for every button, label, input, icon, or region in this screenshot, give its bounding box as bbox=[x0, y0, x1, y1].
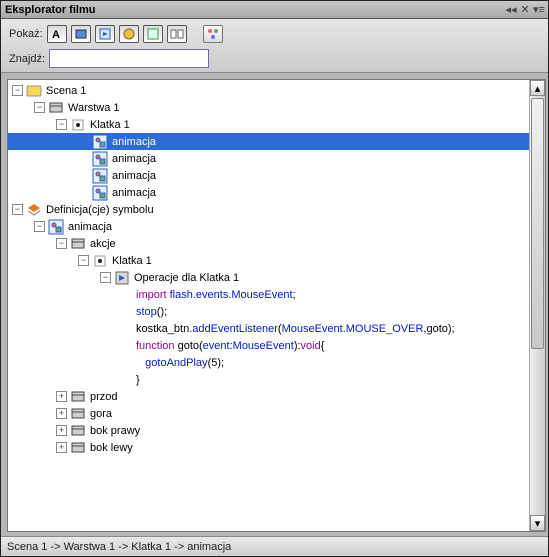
tree-node-animacja[interactable]: animacja bbox=[8, 150, 545, 167]
expand-toggle[interactable]: + bbox=[56, 408, 67, 419]
tree-node-gora[interactable]: + gora bbox=[8, 405, 545, 422]
layer-icon bbox=[70, 440, 86, 456]
node-label: akcje bbox=[90, 238, 116, 250]
collapse-toggle[interactable]: − bbox=[34, 102, 45, 113]
movieclip-icon bbox=[92, 134, 108, 150]
collapse-icon[interactable]: ◂◂ bbox=[506, 4, 516, 16]
layer-icon bbox=[70, 236, 86, 252]
find-label: Znajdź: bbox=[9, 53, 45, 65]
node-label: animacja bbox=[68, 221, 112, 233]
collapse-toggle[interactable]: − bbox=[12, 204, 23, 215]
node-label: Definicja(cje) symbolu bbox=[46, 204, 154, 216]
filter-movieclips-button[interactable] bbox=[95, 25, 115, 43]
toolbar: Pokaż: A Znajdź: bbox=[1, 19, 548, 73]
panel-menu-icon[interactable]: ▾≡ bbox=[534, 4, 544, 16]
definitions-icon bbox=[26, 202, 42, 218]
tree-node-actions-frame[interactable]: − Klatka 1 bbox=[8, 252, 545, 269]
panel-title: Eksplorator filmu bbox=[5, 4, 506, 16]
vertical-scrollbar[interactable]: ▴ ▾ bbox=[529, 80, 545, 531]
find-input[interactable] bbox=[49, 49, 209, 68]
layer-icon bbox=[70, 389, 86, 405]
filter-graphics-button[interactable] bbox=[143, 25, 163, 43]
tree-node-actions[interactable]: − akcje bbox=[8, 235, 545, 252]
collapse-toggle[interactable]: − bbox=[34, 221, 45, 232]
movieclip-icon bbox=[92, 185, 108, 201]
collapse-toggle[interactable]: − bbox=[56, 119, 67, 130]
layer-icon bbox=[70, 406, 86, 422]
scroll-thumb[interactable] bbox=[531, 98, 544, 349]
node-label: Warstwa 1 bbox=[68, 102, 120, 114]
movieclip-icon bbox=[92, 168, 108, 184]
status-bar: Scena 1 -> Warstwa 1 -> Klatka 1 -> anim… bbox=[1, 536, 548, 556]
code-line[interactable]: gotoAndPlay(5); bbox=[8, 354, 545, 371]
frame-icon bbox=[70, 117, 86, 133]
tree-node-boklewy[interactable]: + bok lewy bbox=[8, 439, 545, 456]
node-label: Operacje dla Klatka 1 bbox=[134, 272, 239, 284]
tree-node-def-animacja[interactable]: − animacja bbox=[8, 218, 545, 235]
filter-buttons-button[interactable] bbox=[71, 25, 91, 43]
node-label: bok lewy bbox=[90, 442, 133, 454]
movieclip-icon bbox=[92, 151, 108, 167]
tree-node-frame[interactable]: − Klatka 1 bbox=[8, 116, 545, 133]
collapse-toggle[interactable]: − bbox=[56, 238, 67, 249]
expand-toggle[interactable]: + bbox=[56, 391, 67, 402]
node-label: przod bbox=[90, 391, 118, 403]
tree-node-animacja[interactable]: animacja bbox=[8, 184, 545, 201]
tree-node-przod[interactable]: + przod bbox=[8, 388, 545, 405]
node-label: bok prawy bbox=[90, 425, 140, 437]
node-label: Scena 1 bbox=[46, 85, 86, 97]
code-line[interactable]: stop(); bbox=[8, 303, 545, 320]
close-icon[interactable]: ✕ bbox=[520, 4, 530, 16]
code-line[interactable]: } bbox=[8, 371, 545, 388]
tree-view: − Scena 1 − Warstwa 1 − Klatka 1 animacj… bbox=[7, 79, 546, 532]
frame-icon bbox=[92, 253, 108, 269]
tree-node-operations[interactable]: − Operacje dla Klatka 1 bbox=[8, 269, 545, 286]
filter-text-button[interactable]: A bbox=[47, 25, 67, 43]
code-line[interactable]: import flash.events.MouseEvent; bbox=[8, 286, 545, 303]
expand-toggle[interactable]: + bbox=[56, 425, 67, 436]
node-label: gora bbox=[90, 408, 112, 420]
node-label: animacja bbox=[112, 170, 156, 182]
filter-video-button[interactable] bbox=[119, 25, 139, 43]
panel-titlebar: Eksplorator filmu ◂◂ ✕ ▾≡ bbox=[1, 1, 548, 19]
code-line[interactable]: kostka_btn.addEventListener(MouseEvent.M… bbox=[8, 320, 545, 337]
scene-icon bbox=[26, 83, 42, 99]
collapse-toggle[interactable]: − bbox=[12, 85, 23, 96]
scroll-track[interactable] bbox=[530, 96, 545, 515]
svg-text:A: A bbox=[52, 29, 60, 41]
node-label: animacja bbox=[112, 187, 156, 199]
tree-node-layer[interactable]: − Warstwa 1 bbox=[8, 99, 545, 116]
scroll-up-button[interactable]: ▴ bbox=[530, 80, 545, 96]
movieclip-icon bbox=[48, 219, 64, 235]
breadcrumb: Scena 1 -> Warstwa 1 -> Klatka 1 -> anim… bbox=[7, 541, 231, 553]
tree-node-definitions[interactable]: − Definicja(cje) symbolu bbox=[8, 201, 545, 218]
layer-icon bbox=[48, 100, 64, 116]
collapse-toggle[interactable]: − bbox=[78, 255, 89, 266]
actions-icon bbox=[114, 270, 130, 286]
layer-icon bbox=[70, 423, 86, 439]
node-label: animacja bbox=[112, 153, 156, 165]
node-label: Klatka 1 bbox=[112, 255, 152, 267]
tree-node-animacja[interactable]: animacja bbox=[8, 167, 545, 184]
node-label: Klatka 1 bbox=[90, 119, 130, 131]
tree-node-bokprawy[interactable]: + bok prawy bbox=[8, 422, 545, 439]
collapse-toggle[interactable]: − bbox=[100, 272, 111, 283]
scroll-down-button[interactable]: ▾ bbox=[530, 515, 545, 531]
show-label: Pokaż: bbox=[9, 28, 43, 40]
customize-filter-button[interactable] bbox=[203, 25, 223, 43]
code-line[interactable]: function goto(event:MouseEvent):void{ bbox=[8, 337, 545, 354]
node-label: animacja bbox=[112, 136, 156, 148]
tree-node-scene[interactable]: − Scena 1 bbox=[8, 82, 545, 99]
tree-node-animacja[interactable]: animacja bbox=[8, 133, 545, 150]
filter-frames-button[interactable] bbox=[167, 25, 187, 43]
expand-toggle[interactable]: + bbox=[56, 442, 67, 453]
